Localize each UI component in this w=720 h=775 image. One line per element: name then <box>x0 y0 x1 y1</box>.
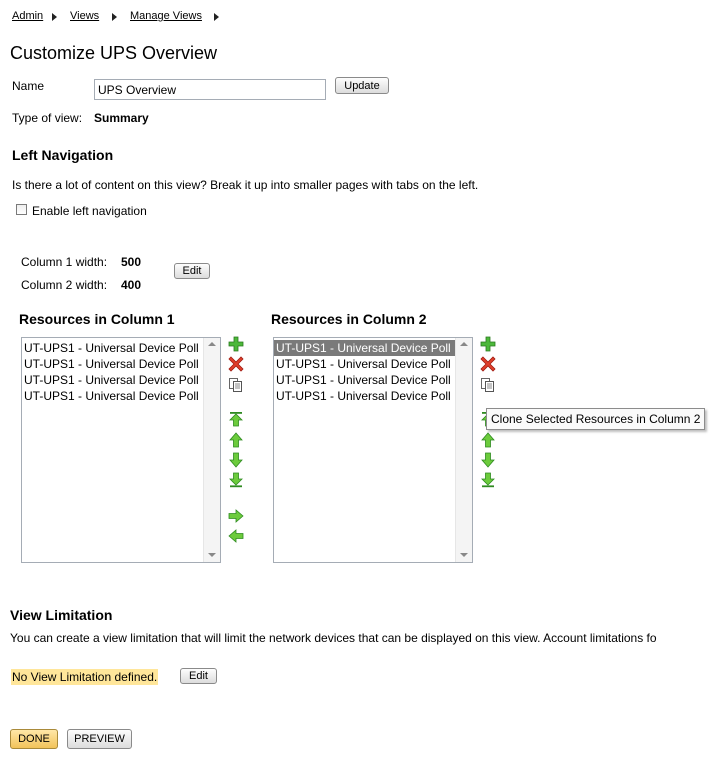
enable-left-navigation-checkbox[interactable] <box>16 204 27 215</box>
list-item[interactable]: UT-UPS1 - Universal Device Poll <box>274 372 456 388</box>
column2-width-value: 400 <box>121 278 142 292</box>
name-label: Name <box>12 79 45 93</box>
page-title: Customize UPS Overview <box>10 43 218 63</box>
move-left-icon[interactable] <box>228 528 244 544</box>
breadcrumb-arrow-icon <box>112 13 117 21</box>
resources-column1-list[interactable]: UT-UPS1 - Universal Device Poll UT-UPS1 … <box>21 337 221 563</box>
scroll-up-arrow-icon[interactable] <box>208 342 216 346</box>
view-limitation-description: You can create a view limitation that wi… <box>10 631 657 645</box>
preview-button[interactable]: PREVIEW <box>67 729 132 749</box>
list-item[interactable]: UT-UPS1 - Universal Device Poll <box>22 372 204 388</box>
breadcrumb-arrow-icon <box>52 13 57 21</box>
scrollbar[interactable] <box>455 338 472 562</box>
scroll-up-arrow-icon[interactable] <box>460 342 468 346</box>
scroll-down-arrow-icon[interactable] <box>208 553 216 557</box>
move-down-icon[interactable] <box>228 452 244 468</box>
list-item[interactable]: UT-UPS1 - Universal Device Poll <box>274 356 456 372</box>
plus-icon[interactable] <box>480 336 496 352</box>
move-bottom-icon[interactable] <box>228 472 244 488</box>
view-limitation-heading: View Limitation <box>10 607 113 623</box>
move-bottom-icon[interactable] <box>480 472 496 488</box>
move-top-icon[interactable] <box>228 411 244 427</box>
move-down-icon[interactable] <box>480 452 496 468</box>
plus-icon[interactable] <box>228 336 244 352</box>
breadcrumb: Admin Views Manage Views <box>12 10 252 24</box>
view-type-label: Type of view: <box>12 111 83 125</box>
list-item[interactable]: UT-UPS1 - Universal Device Poll <box>22 388 204 404</box>
edit-columns-button[interactable]: Edit <box>174 263 210 279</box>
left-navigation-description: Is there a lot of content on this view? … <box>12 178 479 192</box>
resources-column2-list[interactable]: UT-UPS1 - Universal Device Poll UT-UPS1 … <box>273 337 473 563</box>
breadcrumb-link-admin[interactable]: Admin <box>12 10 43 22</box>
view-limitation-status: No View Limitation defined. <box>11 669 159 685</box>
column2-width-label: Column 2 width: <box>21 278 108 292</box>
list-item[interactable]: UT-UPS1 - Universal Device Poll <box>274 340 456 356</box>
resources-column1-heading: Resources in Column 1 <box>19 311 175 327</box>
delete-icon[interactable] <box>228 356 244 372</box>
breadcrumb-link-views[interactable]: Views <box>70 10 99 22</box>
clone-tooltip: Clone Selected Resources in Column 2 <box>486 408 706 430</box>
left-navigation-heading: Left Navigation <box>12 147 114 163</box>
done-button[interactable]: DONE <box>10 729 58 749</box>
breadcrumb-arrow-icon <box>214 13 219 21</box>
scrollbar[interactable] <box>203 338 220 562</box>
view-type-value: Summary <box>94 111 149 125</box>
edit-view-limitation-button[interactable]: Edit <box>180 668 217 684</box>
clone-icon[interactable] <box>228 377 244 393</box>
update-button[interactable]: Update <box>335 77 389 94</box>
move-up-icon[interactable] <box>480 432 496 448</box>
list-item[interactable]: UT-UPS1 - Universal Device Poll <box>274 388 456 404</box>
clone-icon[interactable] <box>480 377 496 393</box>
column1-width-label: Column 1 width: <box>21 255 108 269</box>
column1-width-value: 500 <box>121 255 142 269</box>
list-item[interactable]: UT-UPS1 - Universal Device Poll <box>22 340 204 356</box>
resources-column2-heading: Resources in Column 2 <box>271 311 427 327</box>
scroll-down-arrow-icon[interactable] <box>460 553 468 557</box>
enable-left-navigation-label: Enable left navigation <box>32 204 147 218</box>
name-input[interactable] <box>94 79 326 100</box>
move-up-icon[interactable] <box>228 432 244 448</box>
list-item[interactable]: UT-UPS1 - Universal Device Poll <box>22 356 204 372</box>
delete-icon[interactable] <box>480 356 496 372</box>
breadcrumb-link-manage-views[interactable]: Manage Views <box>130 10 202 22</box>
move-right-icon[interactable] <box>228 508 244 524</box>
